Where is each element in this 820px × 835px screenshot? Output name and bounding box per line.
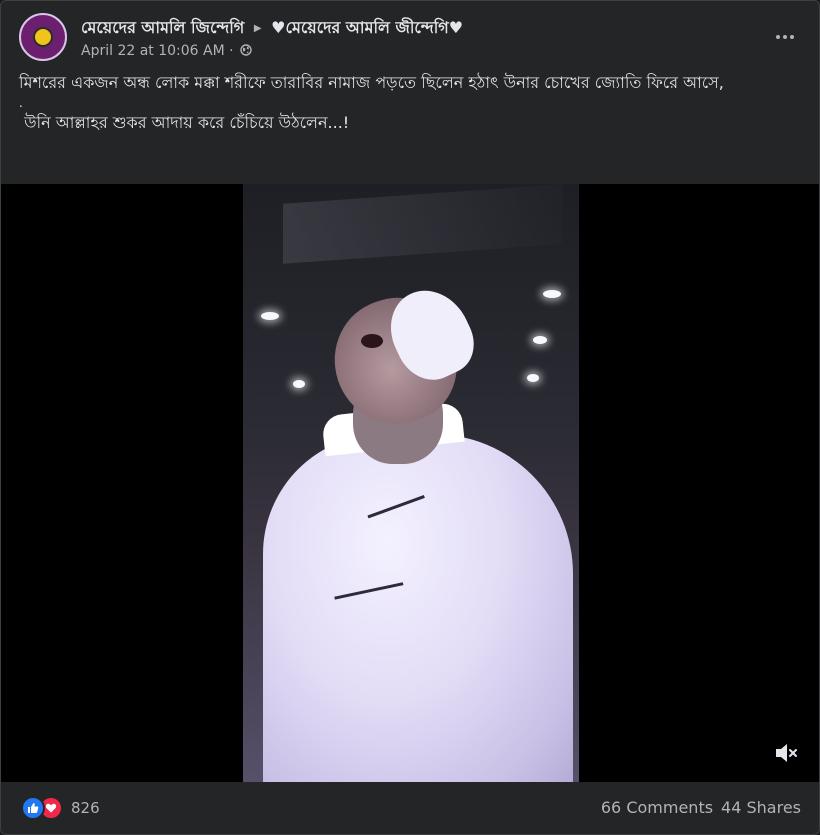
post-text-line: উনি আল্লাহর শুকর আদায় করে চেঁচিয়ে উঠলে… (19, 113, 350, 132)
post-title: মেয়েদের আমলি জিন্দেগি ▶ ♥মেয়েদের আমলি … (81, 15, 463, 42)
engagement-counts: 66 Comments 44 Shares (601, 798, 801, 817)
more-dot (790, 35, 794, 39)
page-name-link[interactable]: মেয়েদের আমলি জিন্দেগি (81, 18, 244, 37)
shares-count-link[interactable]: 44 Shares (721, 798, 801, 817)
post-timestamp[interactable]: April 22 at 10:06 AM (81, 43, 225, 59)
reactions-summary[interactable]: 826 (21, 796, 100, 820)
caret-right-icon: ▶ (253, 23, 262, 34)
group-name-link[interactable]: ♥মেয়েদের আমলি জীন্দেগি♥ (271, 18, 463, 37)
post-message: মিশরের একজন অন্ধ লোক মক্কা শরীফে তারাবির… (19, 71, 803, 135)
globe-icon (240, 44, 252, 60)
video-frame[interactable] (243, 184, 579, 782)
post-footer: 826 66 Comments 44 Shares (19, 791, 801, 825)
post-header: মেয়েদের আমলি জিন্দেগি ▶ ♥মেয়েদের আমলি … (19, 13, 801, 63)
post-meta: April 22 at 10:06 AM · (81, 43, 252, 60)
speaker-muted-icon (776, 744, 797, 762)
comments-count-link[interactable]: 66 Comments (601, 798, 713, 817)
ceiling-beam (283, 184, 563, 264)
page-avatar[interactable] (19, 13, 67, 61)
ceiling-light (543, 290, 561, 298)
more-options-button[interactable] (767, 25, 803, 49)
post-text-line: . (19, 96, 23, 110)
like-reaction-icon (21, 796, 45, 820)
video-subject-body (263, 434, 573, 782)
video-subject-mouth (361, 334, 383, 348)
more-horizontal-icon (776, 35, 780, 39)
meta-separator: · (229, 43, 234, 59)
post-text-line: মিশরের একজন অন্ধ লোক মক্কা শরীফে তারাবির… (19, 73, 724, 92)
reaction-count: 826 (71, 799, 100, 817)
unmute-button[interactable] (773, 740, 799, 766)
post-card: মেয়েদের আমলি জিন্দেগি ▶ ♥মেয়েদের আমলি … (0, 0, 820, 835)
video-player[interactable] (1, 184, 819, 782)
ceiling-light (527, 374, 539, 382)
avatar-logo (33, 27, 53, 47)
more-dot (783, 35, 787, 39)
ceiling-light (261, 312, 279, 320)
ceiling-light (533, 336, 547, 344)
ceiling-light (293, 380, 305, 388)
